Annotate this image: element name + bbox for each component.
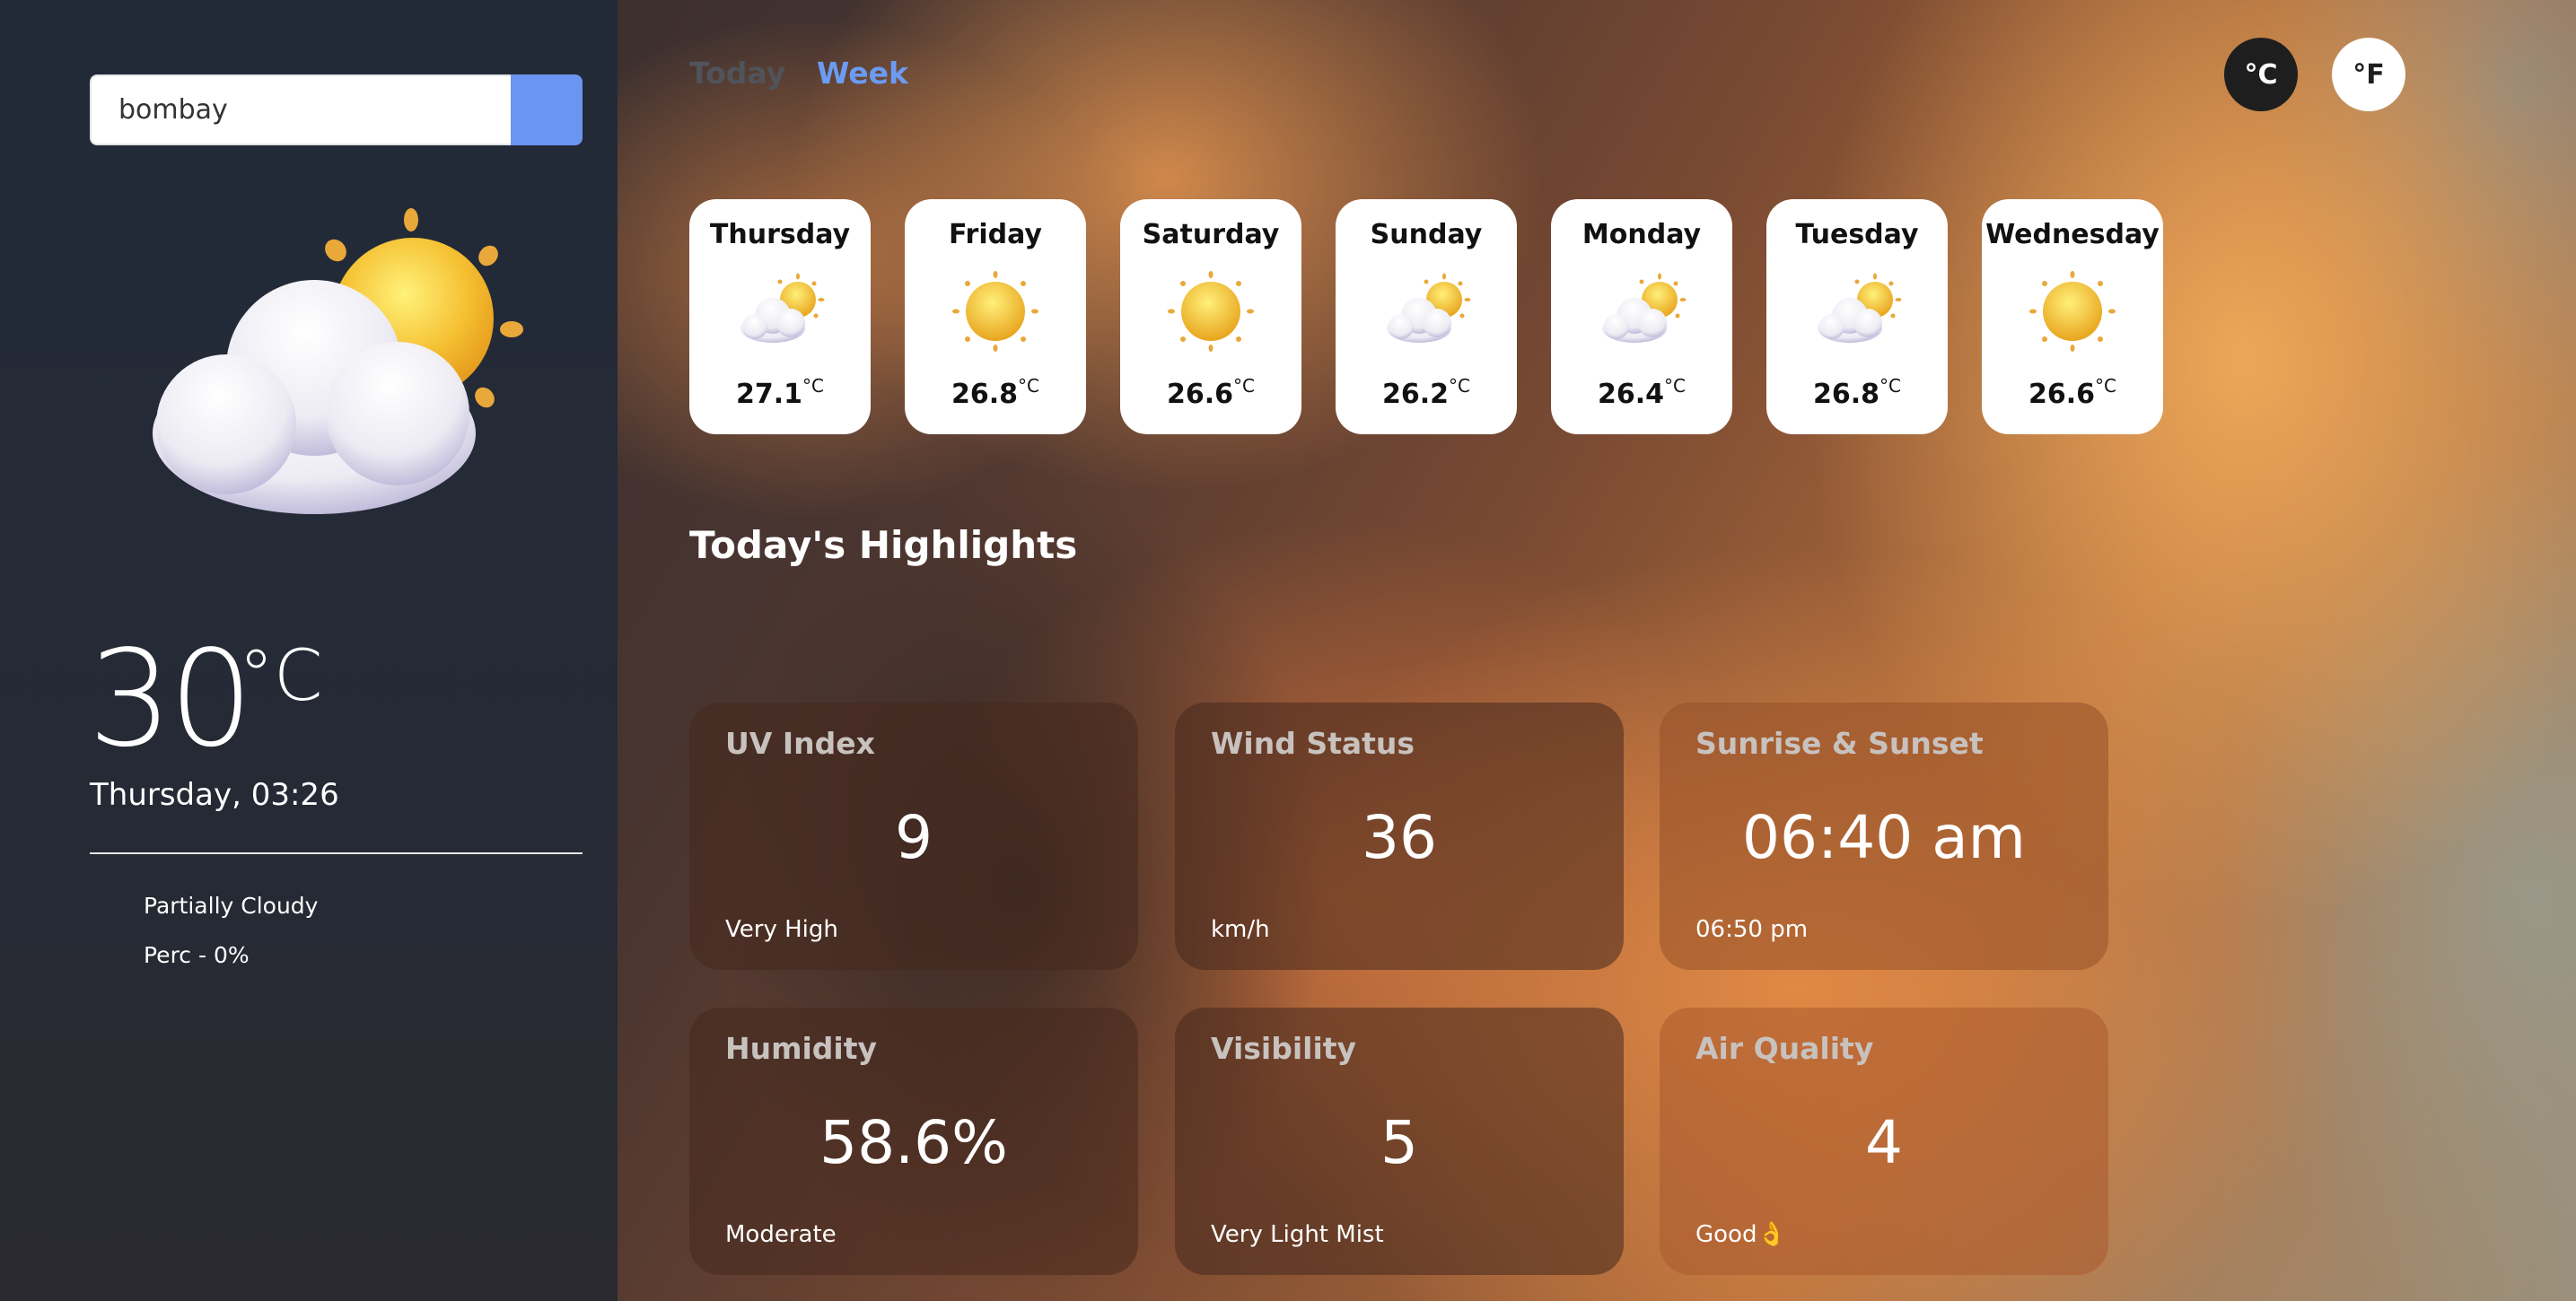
card-subtitle: Moderate: [725, 1221, 837, 1248]
uv-index-card: UV Index 9 Very High: [689, 703, 1138, 970]
temperature-unit: °C: [239, 636, 323, 717]
fahrenheit-button[interactable]: °F: [2332, 38, 2405, 111]
week-day-label: Tuesday: [1795, 219, 1919, 250]
week-temp-value: 26.4: [1598, 379, 1665, 410]
card-subtitle: km/h: [1211, 916, 1270, 943]
week-card-monday[interactable]: Monday 26.4°C: [1551, 199, 1732, 434]
search-button[interactable]: [511, 74, 583, 145]
week-temp: 26.8°C: [905, 375, 1086, 410]
sun-icon: [951, 271, 1040, 352]
current-datetime: Thursday, 03:26: [90, 777, 339, 813]
card-title: UV Index: [725, 726, 875, 761]
week-temp-unit: °C: [1018, 375, 1039, 397]
sidebar: 30 °C Thursday, 03:26 Partially Cloudy P…: [0, 0, 618, 1301]
partly-cloudy-icon: [735, 271, 825, 352]
card-value: 9: [895, 803, 933, 872]
card-subtitle: Very Light Mist: [1211, 1221, 1384, 1248]
week-temp: 26.6°C: [1982, 375, 2163, 410]
week-day-label: Wednesday: [1985, 219, 2160, 250]
sun-icon: [1166, 271, 1256, 352]
card-subtitle: 06:50 pm: [1695, 916, 1809, 943]
humidity-card: Humidity 58.6% Moderate: [689, 1008, 1138, 1275]
week-card-saturday[interactable]: Saturday 26.6°C: [1120, 199, 1301, 434]
week-temp: 26.8°C: [1766, 375, 1948, 410]
week-temp-value: 26.6: [1167, 379, 1234, 410]
card-value: 5: [1380, 1108, 1418, 1177]
card-value: 4: [1865, 1108, 1903, 1177]
week-day-label: Monday: [1582, 219, 1702, 250]
precipitation-text: Perc - 0%: [144, 942, 250, 968]
week-temp-unit: °C: [1879, 375, 1901, 397]
celsius-button[interactable]: °C: [2224, 38, 2298, 111]
card-title: Sunrise & Sunset: [1695, 726, 1984, 761]
partly-cloudy-icon: [1812, 271, 1902, 352]
week-temp-unit: °C: [1449, 375, 1470, 397]
week-temp-unit: °C: [802, 375, 824, 397]
week-temp-value: 26.6: [2028, 379, 2096, 410]
week-card-sunday[interactable]: Sunday 26.2°C: [1336, 199, 1517, 434]
week-temp-value: 27.1: [736, 379, 803, 410]
card-title: Air Quality: [1695, 1031, 1874, 1066]
week-day-label: Friday: [948, 219, 1042, 250]
card-value: 58.6%: [819, 1108, 1008, 1177]
card-title: Visibility: [1211, 1031, 1357, 1066]
temperature-value: 30: [88, 622, 253, 776]
sunrise-sunset-card: Sunrise & Sunset 06:40 am 06:50 pm: [1660, 703, 2108, 970]
wind-status-card: Wind Status 36 km/h: [1175, 703, 1624, 970]
current-temperature: 30 °C: [88, 633, 322, 765]
highlights-title: Today's Highlights: [689, 523, 1078, 567]
week-temp: 26.6°C: [1120, 375, 1301, 410]
tab-today[interactable]: Today: [689, 56, 785, 91]
condition-text: Partially Cloudy: [144, 893, 319, 919]
week-temp-unit: °C: [1233, 375, 1255, 397]
card-value: 36: [1362, 803, 1437, 872]
card-subtitle: Very High: [725, 916, 838, 943]
tab-week[interactable]: Week: [817, 56, 908, 91]
week-temp-unit: °C: [2095, 375, 2116, 397]
week-card-thursday[interactable]: Thursday 27.1°C: [689, 199, 871, 434]
card-subtitle: Good👌: [1695, 1221, 1786, 1248]
divider: [90, 852, 583, 854]
week-card-wednesday[interactable]: Wednesday 26.6°C: [1982, 199, 2163, 434]
week-temp: 26.4°C: [1551, 375, 1732, 410]
week-temp: 26.2°C: [1336, 375, 1517, 410]
card-title: Wind Status: [1211, 726, 1415, 761]
partly-cloudy-icon: [1597, 271, 1687, 352]
visibility-card: Visibility 5 Very Light Mist: [1175, 1008, 1624, 1275]
week-day-label: Thursday: [709, 219, 851, 250]
week-card-tuesday[interactable]: Tuesday 26.8°C: [1766, 199, 1948, 434]
week-temp-value: 26.8: [1813, 379, 1880, 410]
partly-cloudy-icon: [1381, 271, 1471, 352]
week-day-label: Saturday: [1142, 219, 1280, 250]
air-quality-card: Air Quality 4 Good👌: [1660, 1008, 2108, 1275]
search-input[interactable]: [90, 74, 511, 145]
week-temp: 27.1°C: [689, 375, 871, 410]
search-bar: [90, 74, 583, 145]
week-temp-value: 26.8: [951, 379, 1019, 410]
week-temp-value: 26.2: [1382, 379, 1450, 410]
partly-cloudy-sun-icon: [153, 208, 523, 514]
week-day-label: Sunday: [1370, 219, 1483, 250]
week-card-friday[interactable]: Friday 26.8°C: [905, 199, 1086, 434]
week-temp-unit: °C: [1664, 375, 1686, 397]
card-value: 06:40 am: [1742, 803, 2026, 872]
sun-icon: [2028, 271, 2117, 352]
card-title: Humidity: [725, 1031, 878, 1066]
